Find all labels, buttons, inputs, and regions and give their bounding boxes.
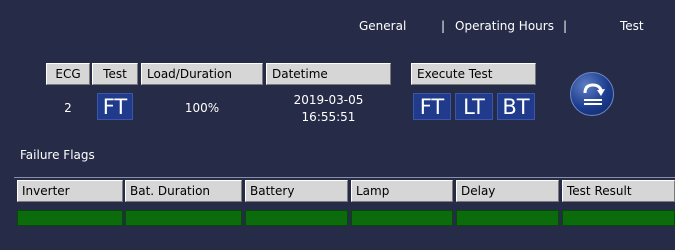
test-result-flag-cell — [562, 210, 675, 226]
ecg-value: 2 — [64, 101, 72, 115]
tab-operating-hours[interactable]: Operating Hours — [455, 19, 554, 33]
next-page-button[interactable] — [570, 72, 614, 116]
execute-bt-button[interactable]: BT — [497, 93, 535, 120]
ecg-header: ECG — [46, 63, 90, 85]
column-test-result: Test Result — [562, 180, 675, 202]
column-battery: Battery — [245, 180, 348, 202]
test-header: Test — [92, 63, 138, 85]
top-navigation: General | Operating Hours | Test — [0, 0, 675, 45]
battery-flag-cell — [245, 210, 348, 226]
column-bat-duration: Bat. Duration — [125, 180, 242, 202]
execute-lt-button[interactable]: LT — [455, 93, 493, 120]
tab-general[interactable]: General — [359, 19, 406, 33]
datetime-header: Datetime — [266, 63, 391, 85]
column-delay: Delay — [456, 180, 559, 202]
column-lamp: Lamp — [351, 180, 453, 202]
nav-separator: | — [441, 19, 446, 33]
execute-ft-button[interactable]: FT — [413, 93, 451, 120]
execute-test-header: Execute Test — [411, 63, 536, 85]
load-duration-value: 100% — [184, 101, 220, 115]
column-inverter: Inverter — [17, 180, 123, 202]
bat-duration-flag-cell — [125, 210, 242, 226]
tab-test[interactable]: Test — [620, 19, 644, 33]
datetime-date: 2019-03-05 — [293, 93, 364, 107]
inverter-flag-cell — [17, 210, 123, 226]
lamp-flag-cell — [351, 210, 453, 226]
current-test-ft: FT — [97, 93, 133, 120]
turn-arrow-icon — [583, 83, 605, 105]
load-duration-header: Load/Duration — [141, 63, 263, 85]
delay-flag-cell — [456, 210, 559, 226]
test-screen: General | Operating Hours | Test ECG Tes… — [0, 0, 675, 250]
datetime-time: 16:55:51 — [301, 110, 356, 124]
failure-flags-label: Failure Flags — [20, 148, 95, 162]
nav-separator: | — [563, 19, 568, 33]
